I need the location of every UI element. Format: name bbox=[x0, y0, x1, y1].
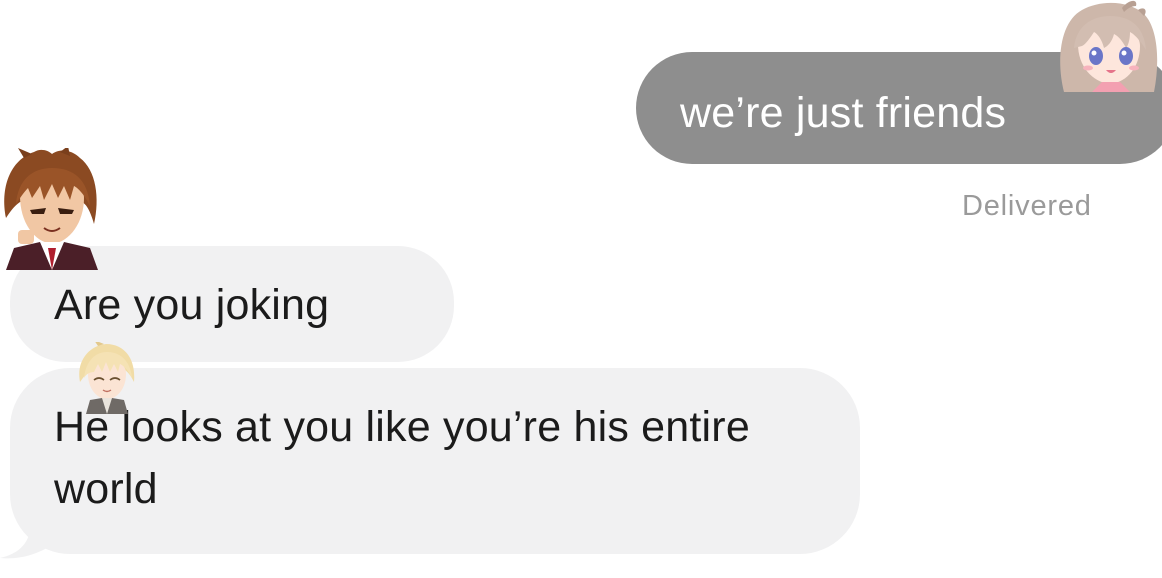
received-message-text: Are you joking bbox=[54, 281, 330, 329]
anime-boy-sticker-icon bbox=[4, 148, 98, 270]
bubble-tail-icon bbox=[0, 530, 56, 559]
received-message-text: He looks at you like you’re his entire w… bbox=[54, 403, 750, 513]
sent-message-text: we’re just friends bbox=[680, 89, 1007, 137]
delivery-status: Delivered bbox=[962, 190, 1092, 222]
message-thread: we’re just friends Delivered Are you jok… bbox=[0, 0, 1162, 578]
blond-anime-sticker-icon bbox=[79, 342, 135, 414]
anime-girl-sticker-icon bbox=[1060, 0, 1158, 92]
